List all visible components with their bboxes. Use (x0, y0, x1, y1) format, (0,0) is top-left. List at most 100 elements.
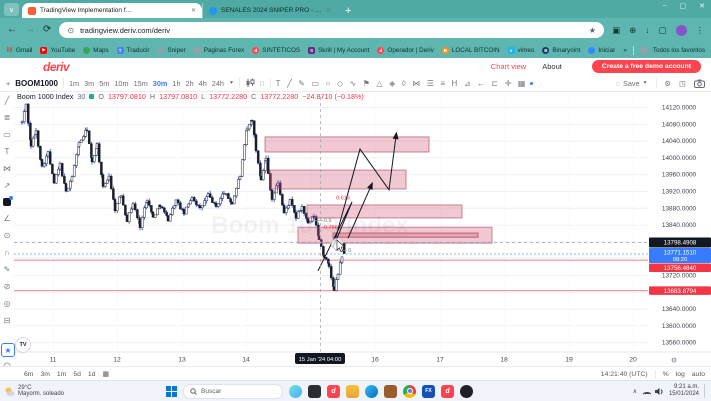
nav-about[interactable]: About (542, 62, 562, 71)
bracket-tool-icon[interactable]: ⊏ (492, 79, 499, 88)
bookmark-item[interactable]: dSINTETICOS (252, 47, 300, 54)
minimize-button[interactable]: – (663, 2, 667, 10)
timeframe-1h[interactable]: 1h (172, 79, 180, 88)
clock-utc[interactable]: 14:21:40 (UTC) (601, 371, 648, 378)
snapshot-camera-icon[interactable] (694, 79, 705, 88)
browser-tab-inactive[interactable]: SEÑALES 2024 SNIPER PRO - … ✕ (202, 3, 337, 18)
back-button[interactable]: ← (7, 25, 17, 35)
rectangle-tool-icon[interactable]: ▭ (311, 79, 319, 88)
chart-type-candles-icon[interactable] (245, 78, 255, 88)
text-tool-icon[interactable]: T (276, 79, 281, 88)
share-icon[interactable]: ⊕ (629, 25, 636, 36)
trend-line-tool-icon[interactable]: ╱ (5, 96, 10, 105)
bookmark-item[interactable]: dOperador | Deriv (377, 47, 433, 54)
nav-chart-view[interactable]: Chart view (491, 62, 526, 71)
timeframe-15m[interactable]: 15m (134, 79, 148, 88)
range-1m[interactable]: 1m (57, 371, 66, 378)
timeframe-5m[interactable]: 5m (99, 79, 109, 88)
supply-zone-drawing[interactable] (307, 205, 462, 218)
bookmark-item[interactable]: vvimeo (508, 47, 535, 54)
network-volume-icons[interactable] (642, 386, 664, 396)
range-6m[interactable]: 6m (24, 371, 33, 378)
indicators-icon[interactable]: ∷ (260, 79, 265, 88)
ellipse-tool-icon[interactable]: ○ (326, 79, 331, 88)
flag-tool-icon[interactable]: ⚑ (363, 79, 370, 88)
start-button[interactable] (166, 386, 177, 397)
channel-tool-icon[interactable]: ☰ (427, 79, 434, 88)
task-view-app-icon[interactable] (308, 385, 321, 398)
timeframe-1m[interactable]: 1m (69, 79, 79, 88)
bookmark-item[interactable]: ▶YouTube (40, 47, 75, 54)
menu-kebab-icon[interactable]: ⋮ (696, 25, 705, 36)
supply-zone-drawing[interactable] (270, 170, 406, 189)
side-panel-icon[interactable]: ▢ (658, 25, 666, 36)
trend-line-tool-icon[interactable]: ╱ (287, 79, 292, 88)
app-icon[interactable] (460, 385, 473, 398)
all-favorites-label[interactable]: Todos los favoritos (653, 47, 705, 54)
range-5d[interactable]: 5d (73, 371, 81, 378)
tray-chevron-icon[interactable]: ∧ (633, 388, 637, 395)
new-tab-button[interactable]: + (345, 5, 351, 17)
download-icon[interactable]: ↓ (645, 25, 649, 35)
rectangle-tool-icon[interactable]: ▭ (3, 130, 11, 139)
bookmark-item[interactable]: TTraducir (117, 47, 150, 54)
grid-tool-icon[interactable]: ▦ (518, 79, 526, 88)
brush-tool-icon[interactable]: ✎ (298, 79, 305, 88)
save-button[interactable]: ◌ Save ▼ (616, 79, 648, 88)
angle-tool-icon[interactable]: ⊿ (464, 79, 471, 88)
tab-search-button[interactable]: ∨ (4, 3, 19, 16)
scale-log[interactable]: log (676, 371, 685, 378)
store-app-icon[interactable] (384, 385, 397, 398)
range-3m[interactable]: 3m (40, 371, 49, 378)
tab-close-icon[interactable]: ✕ (191, 7, 196, 14)
scale-%[interactable]: % (663, 371, 669, 378)
taskbar-clock[interactable]: 9:21 a.m. 15/01/2024 (669, 384, 699, 398)
maximize-button[interactable]: ▢ (680, 2, 687, 10)
bookmark-item[interactable]: SSkrill | My Account (308, 47, 369, 54)
close-button[interactable]: ✕ (699, 2, 705, 10)
delete-drawings-tool-icon[interactable]: ⊟ (4, 316, 11, 325)
triangle-tool-icon[interactable]: △ (376, 79, 382, 88)
cross-tool-icon[interactable]: ✛ (505, 79, 512, 88)
deriv-logo[interactable]: deriv (43, 60, 69, 74)
magnet-tool-icon[interactable]: ∩ (4, 248, 10, 257)
bookmark-star-icon[interactable]: ★ (589, 26, 596, 35)
tab-close-icon[interactable]: ✕ (326, 7, 331, 14)
taskbar-search[interactable]: Buscar (183, 384, 283, 399)
diamond-tool-icon[interactable]: ◈ (389, 79, 395, 88)
bookmark-item[interactable]: MGmail (6, 47, 32, 54)
go-to-date-icon[interactable]: ▦ (102, 370, 108, 378)
measure-tool-icon[interactable]: ∠ (3, 214, 10, 223)
reload-button[interactable]: ⟳ (43, 25, 51, 35)
wave-tool-icon[interactable]: ∿ (350, 79, 357, 88)
lock-drawings-tool-icon[interactable]: ⊘ (4, 282, 11, 291)
bookmark-item[interactable]: Paginas Forex (194, 47, 245, 54)
extension-icon[interactable]: ▣ (612, 25, 620, 36)
site-info-icon[interactable]: ⊙ (67, 26, 74, 35)
timeframe-2h[interactable]: 2h (186, 79, 194, 88)
weather-widget[interactable]: 29°C Mayorm. soleado (0, 385, 154, 398)
settings-gear-icon[interactable]: ⚙ (665, 79, 672, 88)
browser-tab-active[interactable]: TradingView Implementation f… ✕ (22, 3, 202, 18)
ray-tool-icon[interactable]: ← (477, 79, 485, 88)
zoom-tool-icon[interactable]: ⊙ (4, 231, 11, 240)
edge-browser-icon[interactable] (365, 385, 378, 398)
bookmark-item[interactable]: BLOCAL BITCOIN (442, 47, 500, 54)
pattern-tool-icon[interactable]: ⋈ (3, 164, 11, 173)
add-symbol-icon[interactable]: + (6, 79, 10, 88)
forward-button[interactable]: → (25, 25, 35, 35)
deriv-app-icon[interactable]: d (441, 385, 454, 398)
drawing-mode-tool-icon[interactable]: ✎ (4, 265, 11, 274)
price-label-tool-icon[interactable]: ◊ (402, 79, 406, 88)
hide-drawings-tool-icon[interactable]: ◎ (4, 299, 11, 308)
timeframe-10m[interactable]: 10m (114, 79, 128, 88)
bookmark-item[interactable]: Sniper (157, 47, 185, 54)
hv-line-tool-icon[interactable]: H (452, 79, 458, 88)
fullscreen-icon[interactable]: ◳ (679, 79, 686, 88)
tradingview-logo-badge[interactable]: TV (15, 337, 31, 353)
copilot-app-icon[interactable] (289, 385, 302, 398)
scale-auto[interactable]: auto (692, 371, 705, 378)
address-bar[interactable]: ⊙ tradingview.deriv.com/deriv ★ (59, 22, 604, 38)
price-chart[interactable]: Boom 1000 Index0.6180.50.786011121314161… (0, 91, 711, 366)
show-desktop-button[interactable] (704, 384, 708, 398)
